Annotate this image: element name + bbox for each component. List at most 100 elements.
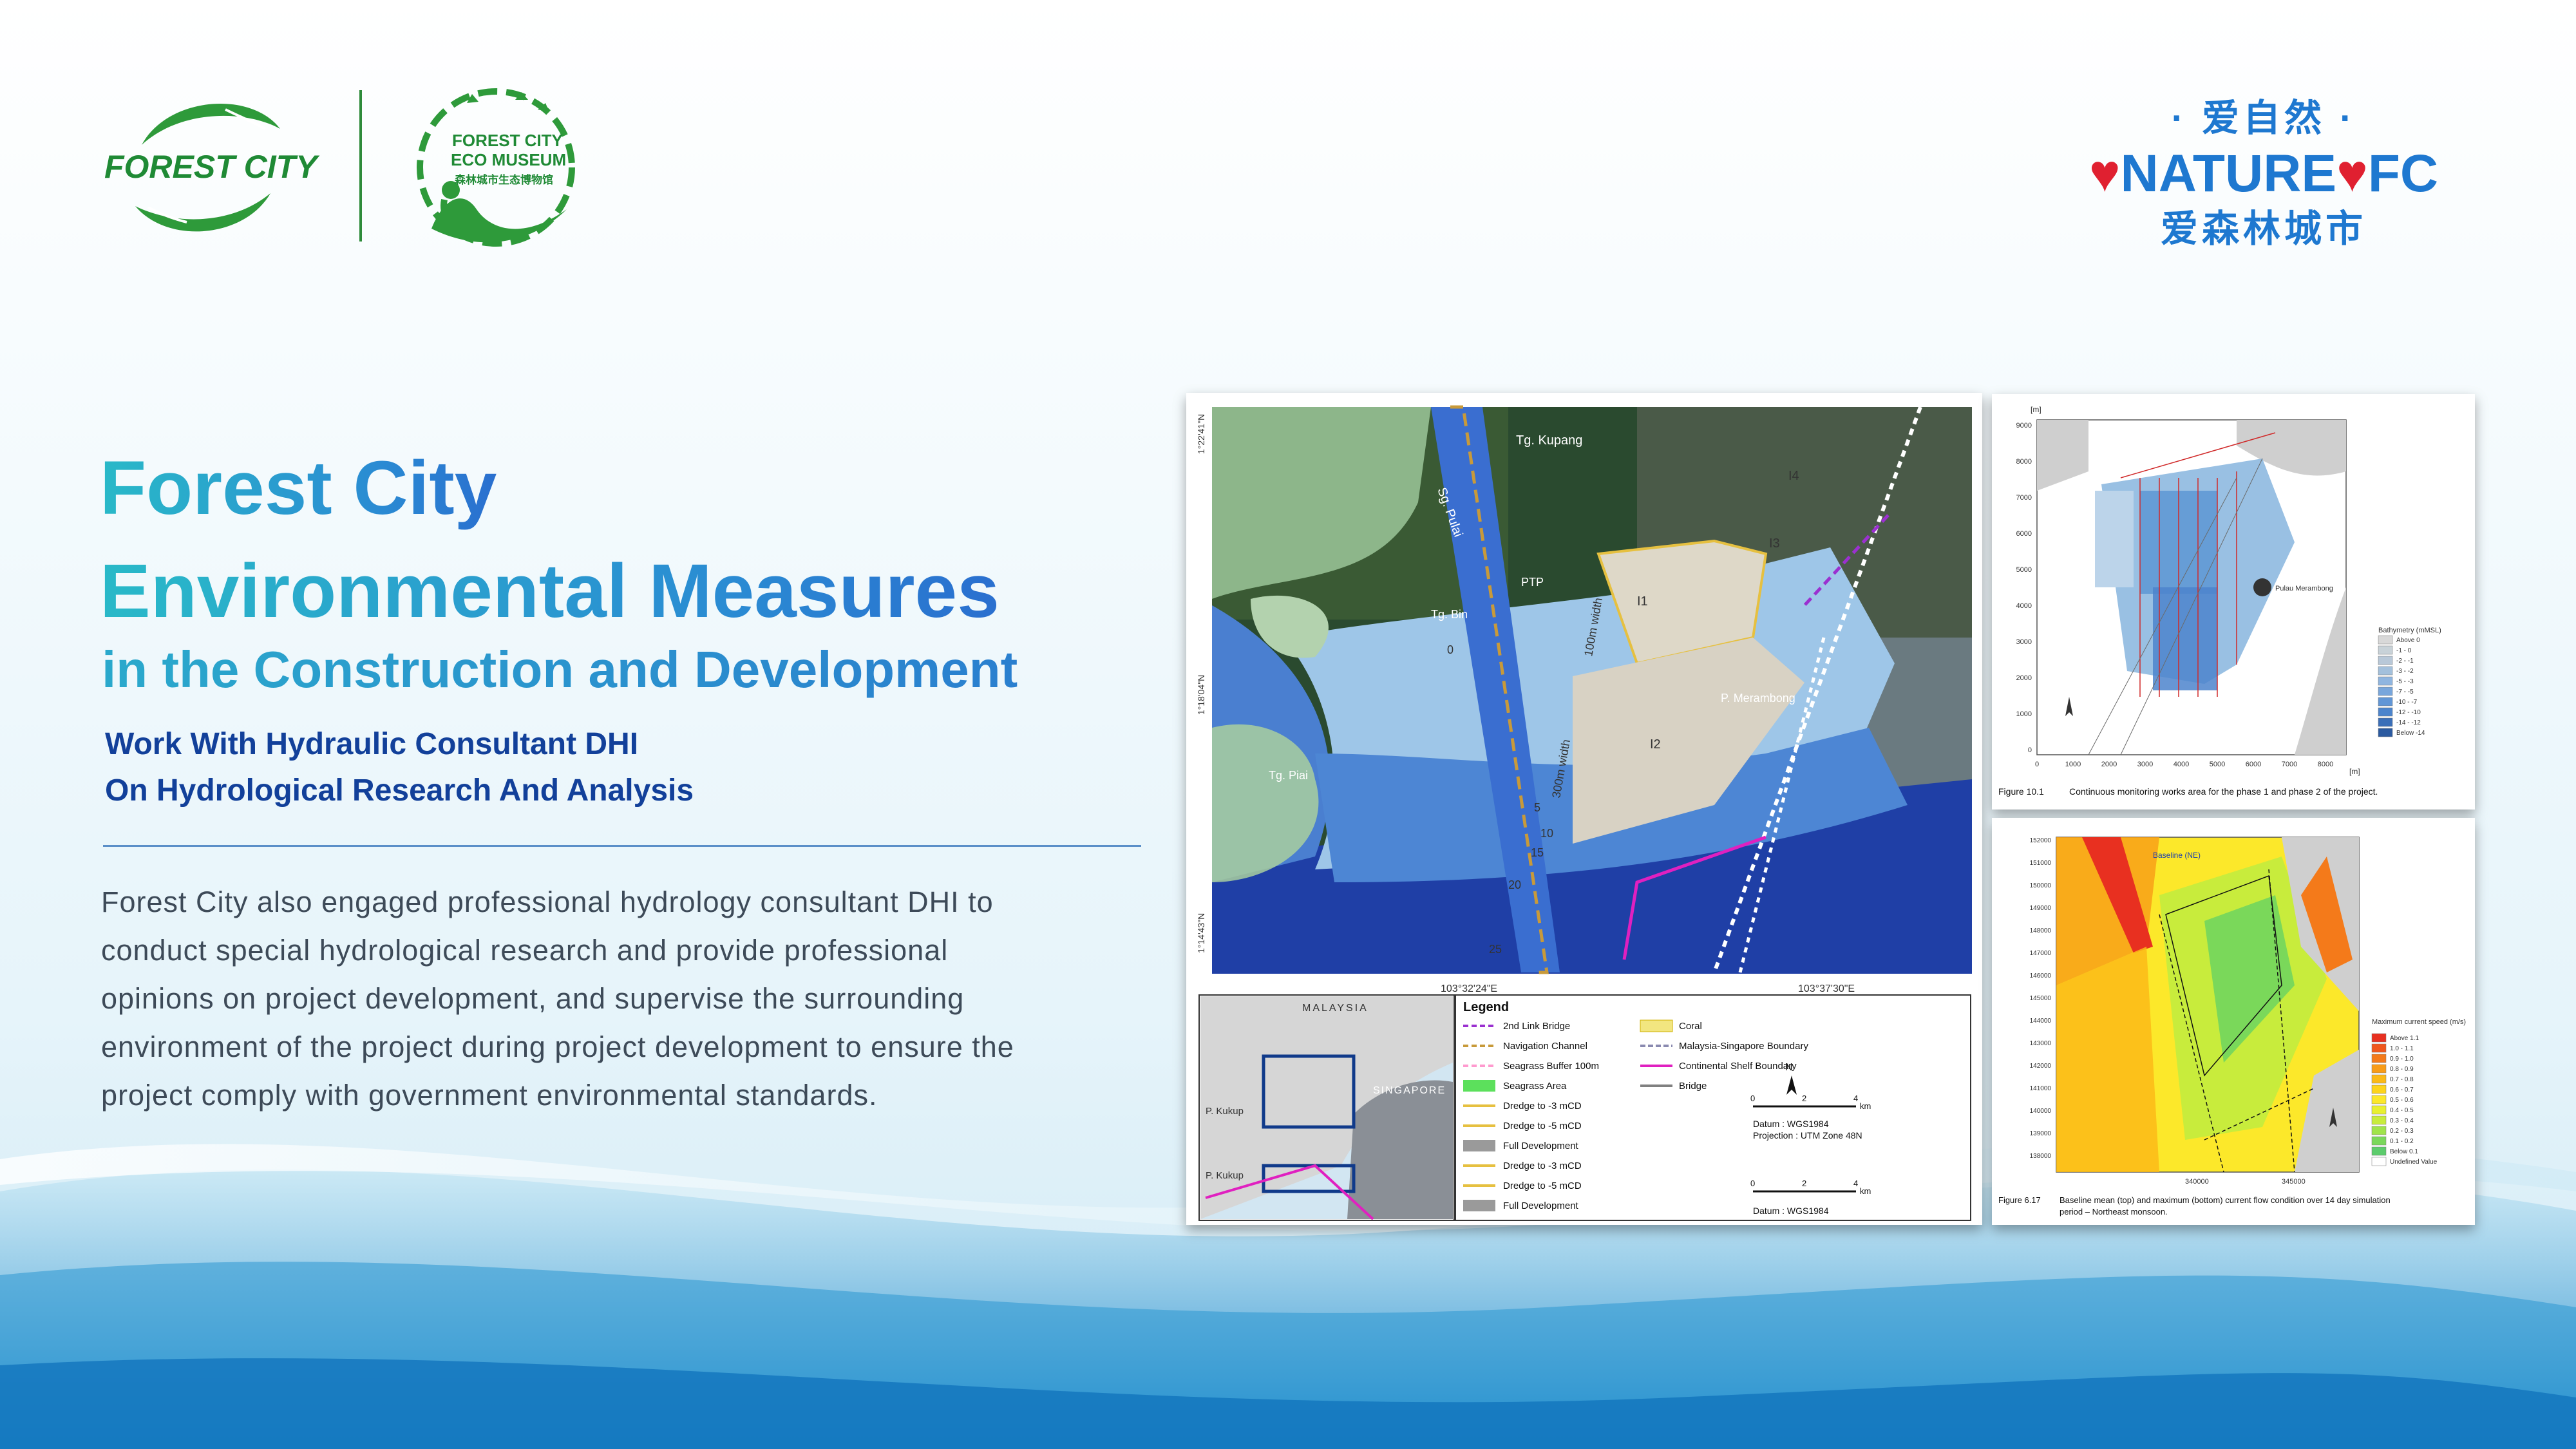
legend-swatch [2378, 728, 2393, 737]
legend-item: -5 - -3 [2396, 678, 2414, 685]
legend-swatch [1640, 1019, 1673, 1032]
legend-swatch [2371, 1126, 2387, 1135]
eco-museum-title-1: FOREST CITY [452, 131, 563, 150]
legend-item: -14 - -12 [2396, 719, 2421, 726]
scale-label: 4 [1853, 1179, 1858, 1188]
legend-swatch [1463, 1200, 1495, 1211]
scale-label: 4 [1853, 1094, 1858, 1103]
heart-icon: ♥ [2088, 144, 2121, 203]
x-tick: 1000 [2065, 761, 2081, 768]
latitude-label: 1°18'04"N [1196, 675, 1206, 715]
legend-item: Full Development [1503, 1141, 1579, 1151]
legend-item: Dredge to -5 mCD [1503, 1121, 1582, 1132]
legend-title: Legend [1463, 1000, 1509, 1014]
legend-item: -3 - -2 [2396, 668, 2414, 675]
x-tick: 0 [2035, 761, 2039, 768]
y-tick: 0 [2028, 746, 2032, 754]
inset-label: MALAYSIA [1302, 1003, 1368, 1014]
map-figure: Tg. Kupang Sg. Pulai PTP Tg. Bin Tg. Pia… [1186, 393, 1982, 1225]
y-tick: 140000 [2030, 1108, 2052, 1115]
legend-swatch [1463, 1140, 1495, 1151]
y-tick: 152000 [2030, 837, 2052, 844]
map-label: 5 [1534, 801, 1540, 814]
map-label: P. Merambong [1721, 692, 1795, 705]
map-label: Tg. Bin [1431, 608, 1468, 621]
inset-label: P. Kukup [1206, 1170, 1244, 1181]
legend-item: 0.4 - 0.5 [2390, 1107, 2414, 1114]
subtitle-line-2: On Hydrological Research And Analysis [105, 773, 694, 808]
scale-label: 0 [1750, 1094, 1755, 1103]
scale-unit: km [1860, 1101, 1871, 1111]
y-tick: 5000 [2016, 566, 2032, 574]
y-tick: 2000 [2016, 674, 2032, 682]
body-line: environment of the project during projec… [101, 1030, 1014, 1063]
figure-caption: Baseline mean (top) and maximum (bottom)… [2060, 1195, 2391, 1205]
legend-item: Below 0.1 [2390, 1148, 2418, 1155]
legend-item: Coral [1679, 1021, 1702, 1032]
satellite-map: Tg. Kupang Sg. Pulai PTP Tg. Bin Tg. Pia… [1186, 393, 1982, 1225]
y-tick: 142000 [2030, 1063, 2052, 1070]
x-tick: 3000 [2137, 761, 2153, 768]
legend-item: Seagrass Area [1503, 1081, 1567, 1092]
legend-swatch [2378, 697, 2393, 706]
body-line: conduct special hydrological research an… [101, 934, 949, 967]
x-tick: 6000 [2246, 761, 2261, 768]
legend-item: Below -14 [2396, 730, 2425, 737]
projection-label: Projection : UTM Zone 48N [1753, 1130, 1862, 1141]
body-paragraph: Forest City also engaged professional hy… [101, 878, 1148, 1119]
legend-item: 0.3 - 0.4 [2390, 1117, 2414, 1124]
y-tick: 144000 [2030, 1018, 2052, 1025]
y-tick: 8000 [2016, 458, 2032, 466]
nature-bottom-text: 爱森林城市 [2160, 208, 2367, 250]
x-unit-label: [m] [2349, 767, 2360, 776]
y-tick: 149000 [2030, 905, 2052, 912]
legend-swatch [2371, 1105, 2387, 1115]
legend-swatch [2371, 1136, 2387, 1146]
island-label: Pulau Merambong [2275, 585, 2333, 592]
legend-swatch [2378, 707, 2393, 717]
legend-swatch [2371, 1115, 2387, 1125]
y-tick: 139000 [2030, 1130, 2052, 1137]
map-label: 20 [1508, 878, 1521, 891]
monitoring-figure: Pulau Merambong [m] [m] 9000 8000 7000 6000… [1992, 394, 2475, 810]
x-tick: 5000 [2210, 761, 2225, 768]
legend-swatch [2371, 1033, 2387, 1043]
figure-caption: Continuous monitoring works area for the… [2069, 786, 2378, 797]
legend-item: Malaysia-Singapore Boundary [1679, 1041, 1808, 1052]
datum-label: Datum : WGS1984 [1753, 1206, 1829, 1216]
north-label: N [1785, 1062, 1793, 1073]
x-tick: 345000 [2282, 1178, 2306, 1186]
y-unit-label: [m] [2031, 405, 2041, 414]
legend-swatch [2378, 687, 2393, 696]
inset-label: P. Kukup [1206, 1106, 1244, 1117]
fc-word: FC [2367, 144, 2439, 203]
x-tick: 7000 [2282, 761, 2297, 768]
legend-item: -1 - 0 [2396, 647, 2412, 654]
figure-number: Figure 6.17 [1998, 1195, 2041, 1205]
monitoring-chart: Pulau Merambong [m] [m] 9000 8000 7000 6000… [1992, 394, 2475, 810]
eco-museum-chinese: 森林城市生态博物馆 [455, 174, 553, 186]
y-tick: 9000 [2016, 422, 2032, 430]
nature-top-text: · 爱自然 · [2171, 97, 2356, 139]
legend-item: Seagrass Buffer 100m [1503, 1061, 1599, 1072]
body-line: project comply with government environme… [101, 1079, 878, 1112]
map-label: I4 [1788, 469, 1799, 483]
legend-item: 0.7 - 0.8 [2390, 1076, 2414, 1083]
plot-label: Baseline (NE) [2153, 851, 2201, 860]
y-tick: 143000 [2030, 1040, 2052, 1047]
x-tick: 8000 [2318, 761, 2333, 768]
legend-item: -7 - -5 [2396, 688, 2414, 696]
legend-item: Above 1.1 [2390, 1035, 2419, 1042]
legend-item: -12 - -10 [2396, 709, 2421, 716]
legend-item: Dredge to -3 mCD [1503, 1160, 1582, 1171]
legend-item: Dredge to -5 mCD [1503, 1180, 1582, 1191]
legend-title: Maximum current speed (m/s) [2372, 1018, 2466, 1026]
legend-swatch [1463, 1080, 1495, 1092]
legend-item: 0.9 - 1.0 [2390, 1056, 2414, 1063]
legend-swatch [2378, 666, 2393, 676]
legend-item: 0.5 - 0.6 [2390, 1097, 2414, 1104]
scale-label: 2 [1802, 1179, 1806, 1188]
map-label: 0 [1447, 643, 1454, 656]
divider-line [103, 845, 1141, 847]
legend-item: Undefined Value [2390, 1159, 2438, 1166]
